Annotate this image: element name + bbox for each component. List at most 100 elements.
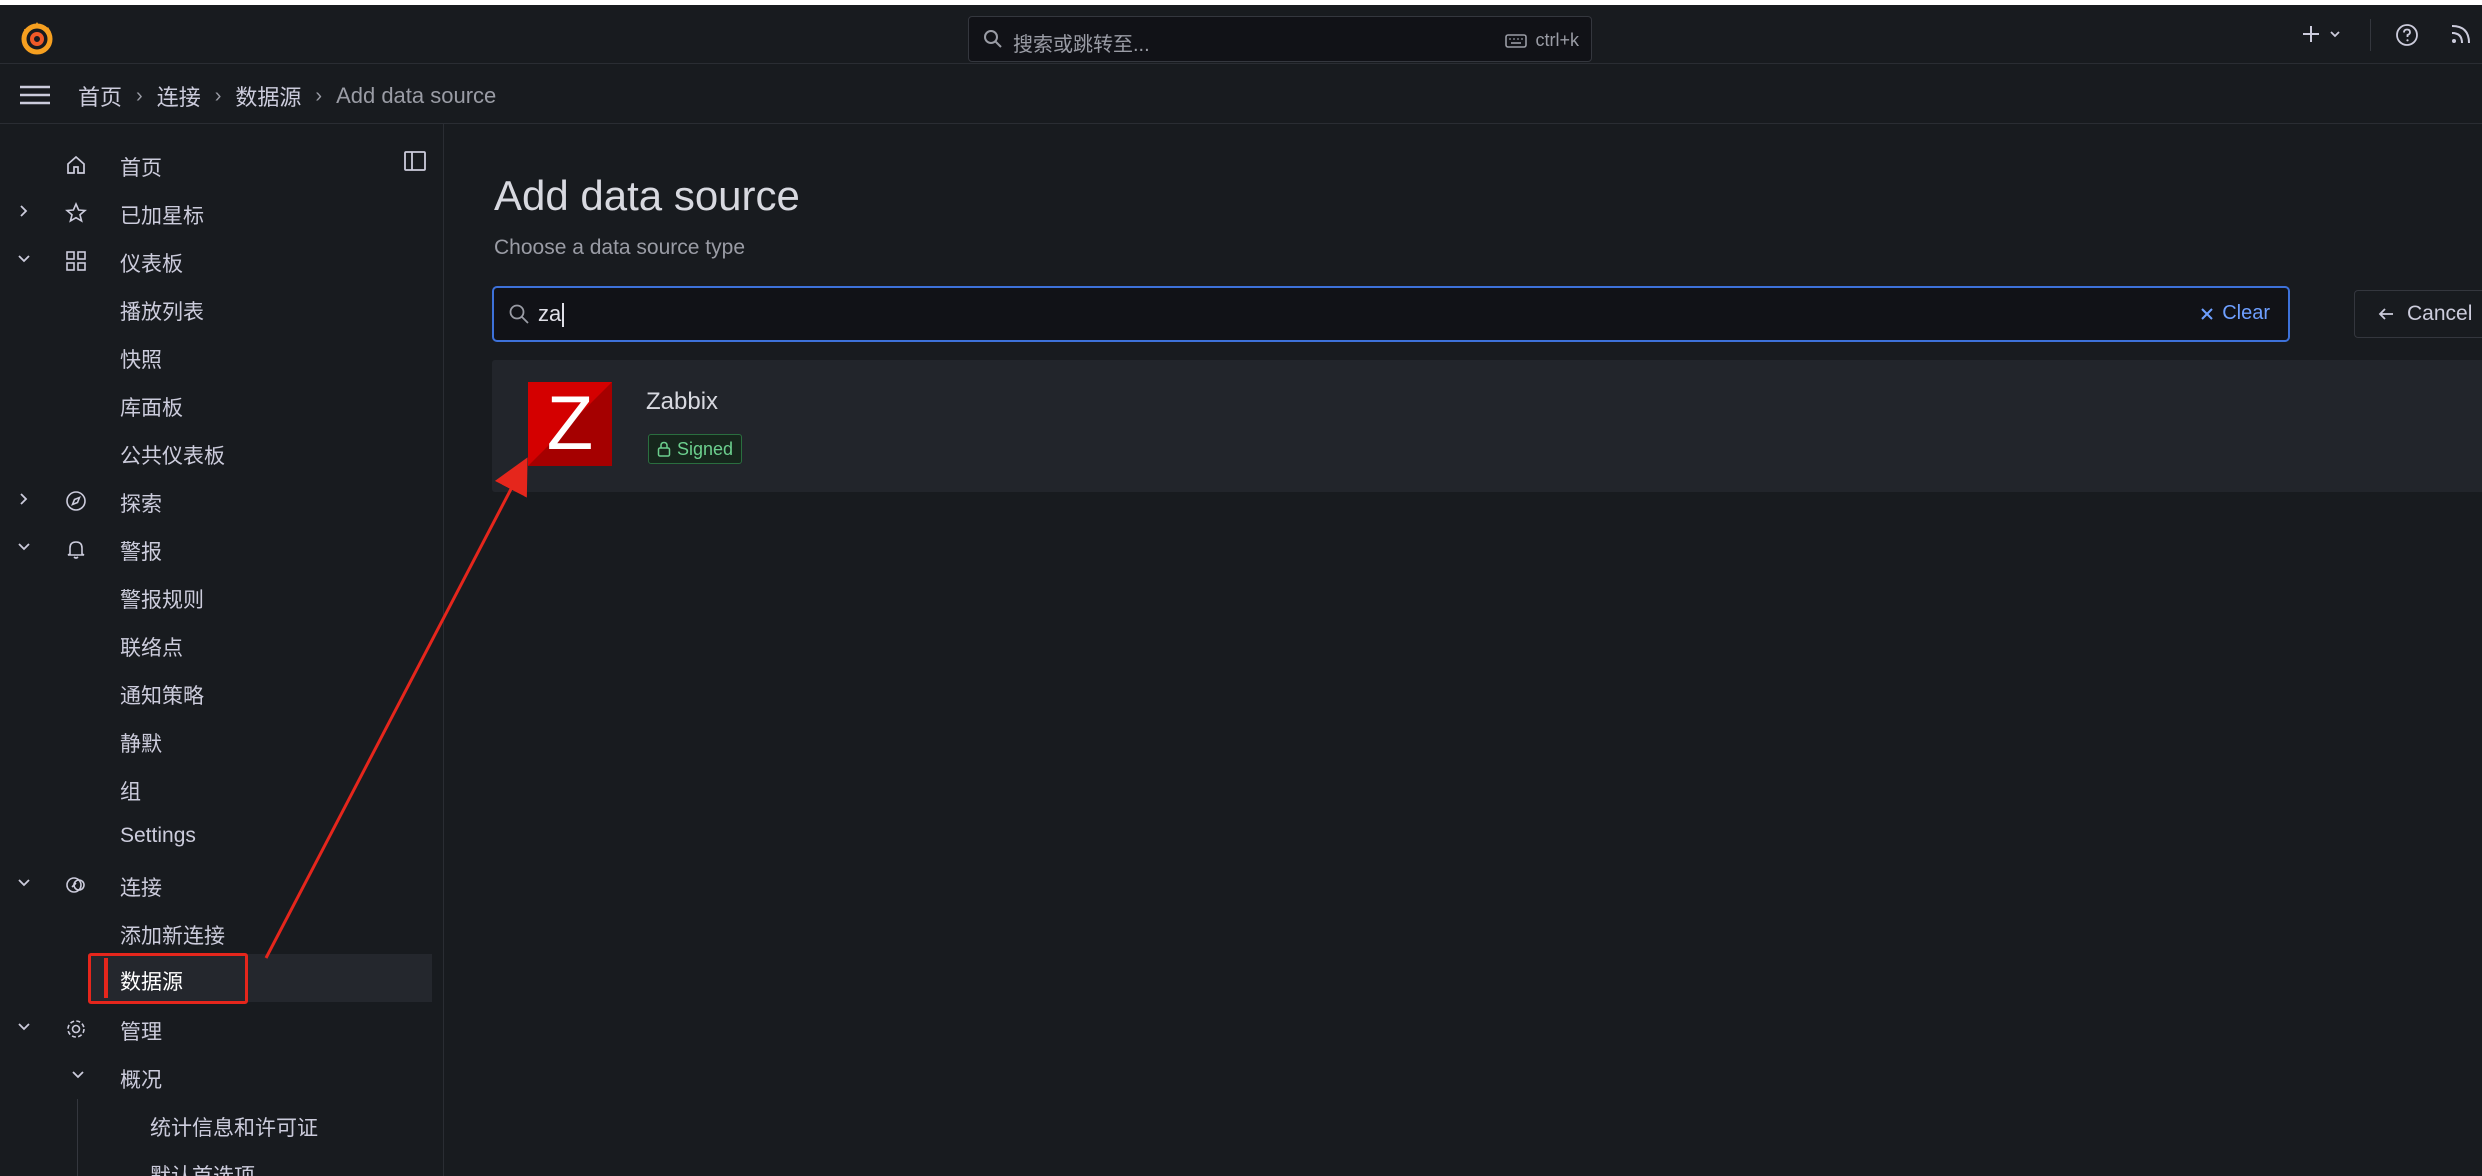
sidebar-item-label: 静默: [120, 733, 162, 756]
sidebar-item-snapshots[interactable]: 快照: [0, 333, 443, 381]
chevron-down-icon[interactable]: [16, 1019, 32, 1035]
rss-icon: [2451, 25, 2470, 44]
page-title: Add data source: [494, 172, 800, 219]
keyboard-icon: [1505, 33, 1528, 48]
plus-icon: [2303, 26, 2319, 42]
sidebar-item-silences[interactable]: 静默: [0, 717, 443, 765]
shortcut-label: ctrl+k: [1535, 30, 1579, 50]
home-icon: [67, 155, 85, 174]
arrow-left-icon: [2378, 308, 2393, 320]
chevron-down-icon[interactable]: [16, 875, 32, 891]
sidebar-item-connections[interactable]: 连接: [0, 861, 443, 909]
sidebar-item-label: 统计信息和许可证: [150, 1117, 318, 1140]
breadcrumb-connections[interactable]: 连接: [157, 80, 201, 112]
sidebar-item-stats-and-license[interactable]: 统计信息和许可证: [0, 1101, 443, 1149]
chevron-down-icon[interactable]: [16, 251, 32, 267]
sidebar-item-library-panels[interactable]: 库面板: [0, 381, 443, 429]
question-circle-icon: [2396, 24, 2418, 46]
keyboard-shortcut: ctrl+k: [1505, 30, 1579, 51]
text-caret: [562, 303, 565, 328]
cancel-button[interactable]: Cancel: [2354, 290, 2482, 338]
sidebar-item-explore[interactable]: 探索: [0, 477, 443, 525]
sidebar-item-label: 通知策略: [120, 685, 204, 708]
news-button[interactable]: [2450, 23, 2472, 45]
sidebar-item-alert-rules[interactable]: 警报规则: [0, 573, 443, 621]
sidebar-item-groups[interactable]: 组: [0, 765, 443, 813]
sidebar-item-label: 概况: [120, 1069, 162, 1092]
datasource-card-zabbix[interactable]: Z Zabbix Signed: [492, 360, 2482, 492]
help-button[interactable]: [2395, 23, 2419, 47]
sidebar-item-label: 默认首选项: [150, 1160, 255, 1176]
breadcrumb: 首页 › 连接 › 数据源 › Add data source: [78, 80, 496, 112]
search-bar[interactable]: 搜索或跳转至... ctrl+k: [968, 16, 1592, 62]
datasource-filter-input[interactable]: za Clear: [492, 286, 2290, 342]
filter-text: za: [538, 301, 562, 326]
sidebar-item-add-new-connection[interactable]: 添加新连接: [0, 909, 443, 957]
chevron-right-icon[interactable]: [16, 203, 32, 219]
menu-icon[interactable]: [20, 84, 50, 106]
search-icon: [509, 304, 529, 324]
sidebar-item-starred[interactable]: 已加星标: [0, 189, 443, 237]
sidebar-item-dashboards[interactable]: 仪表板: [0, 237, 443, 285]
compass-icon: [66, 491, 86, 511]
breadcrumb-separator: ›: [136, 84, 143, 107]
chevron-down-icon: [2330, 31, 2340, 38]
connections-icon: [66, 877, 85, 893]
sidebar-item-public-dashboards[interactable]: 公共仪表板: [0, 429, 443, 477]
divider: [2370, 19, 2371, 51]
sidebar-item-playlists[interactable]: 播放列表: [0, 285, 443, 333]
sidebar: 首页 已加星标 仪表板 播放列表 快照 库面板 公共仪表板 探索 警报 警报规则…: [0, 124, 444, 1176]
sidebar-item-label: 连接: [120, 877, 162, 900]
lock-icon: [657, 441, 671, 457]
cancel-label: Cancel: [2407, 302, 2473, 325]
breadcrumb-current: Add data source: [336, 83, 497, 108]
main-content: Add data source Choose a data source typ…: [444, 124, 2482, 1176]
sidebar-item-label: 播放列表: [120, 301, 204, 324]
sidebar-item-administration[interactable]: 管理: [0, 1005, 443, 1053]
breadcrumb-bar: 首页 › 连接 › 数据源 › Add data source: [0, 64, 2482, 124]
top-bar: 搜索或跳转至... ctrl+k: [0, 0, 2482, 64]
chevron-down-icon[interactable]: [70, 1067, 86, 1083]
datasource-name: Zabbix: [646, 388, 719, 415]
zabbix-logo: Z: [528, 382, 612, 466]
sidebar-item-notification-policies[interactable]: 通知策略: [0, 669, 443, 717]
signed-badge: Signed: [648, 434, 743, 464]
close-icon: [2201, 307, 2213, 320]
star-icon: [65, 201, 87, 223]
breadcrumb-datasources[interactable]: 数据源: [235, 80, 301, 112]
clear-label: Clear: [2222, 302, 2270, 324]
sidebar-item-alerting[interactable]: 警报: [0, 525, 443, 573]
sidebar-item-label: 组: [120, 781, 141, 804]
filter-value: za: [538, 301, 565, 328]
sidebar-item-label: 探索: [120, 493, 162, 516]
page-subtitle: Choose a data source type: [494, 236, 745, 259]
badge-label: Signed: [677, 438, 734, 459]
sidebar-item-settings[interactable]: Settings: [0, 813, 443, 861]
logo-letter: Z: [546, 382, 594, 466]
annotation-highlight-box: [88, 953, 248, 1004]
sidebar-item-label: 警报规则: [120, 589, 204, 612]
breadcrumb-home[interactable]: 首页: [78, 80, 122, 112]
sidebar-item-label: 仪表板: [120, 253, 183, 276]
sidebar-item-label: 警报: [120, 541, 162, 564]
sidebar-item-home[interactable]: 首页: [0, 141, 443, 189]
sidebar-item-label: 联络点: [120, 637, 183, 660]
grafana-logo-icon[interactable]: [18, 19, 56, 57]
clear-button[interactable]: Clear: [2200, 302, 2270, 325]
breadcrumb-separator: ›: [214, 84, 222, 107]
sidebar-item-label: 管理: [120, 1021, 162, 1044]
search-placeholder: 搜索或跳转至...: [1013, 34, 1150, 56]
chevron-down-icon[interactable]: [16, 539, 32, 555]
sidebar-item-contact-points[interactable]: 联络点: [0, 621, 443, 669]
sidebar-item-default-preferences[interactable]: 默认首选项: [0, 1149, 443, 1176]
chevron-right-icon[interactable]: [16, 491, 32, 507]
search-icon: [984, 30, 1002, 48]
sidebar-item-label: 公共仪表板: [120, 445, 225, 468]
apps-icon: [66, 251, 86, 271]
sidebar-item-label: 库面板: [120, 397, 183, 420]
sidebar-item-general[interactable]: 概况: [0, 1053, 443, 1101]
bell-icon: [67, 541, 85, 559]
breadcrumb-separator: ›: [315, 84, 323, 107]
new-button[interactable]: [2300, 23, 2342, 45]
sidebar-item-label: 添加新连接: [120, 925, 225, 948]
